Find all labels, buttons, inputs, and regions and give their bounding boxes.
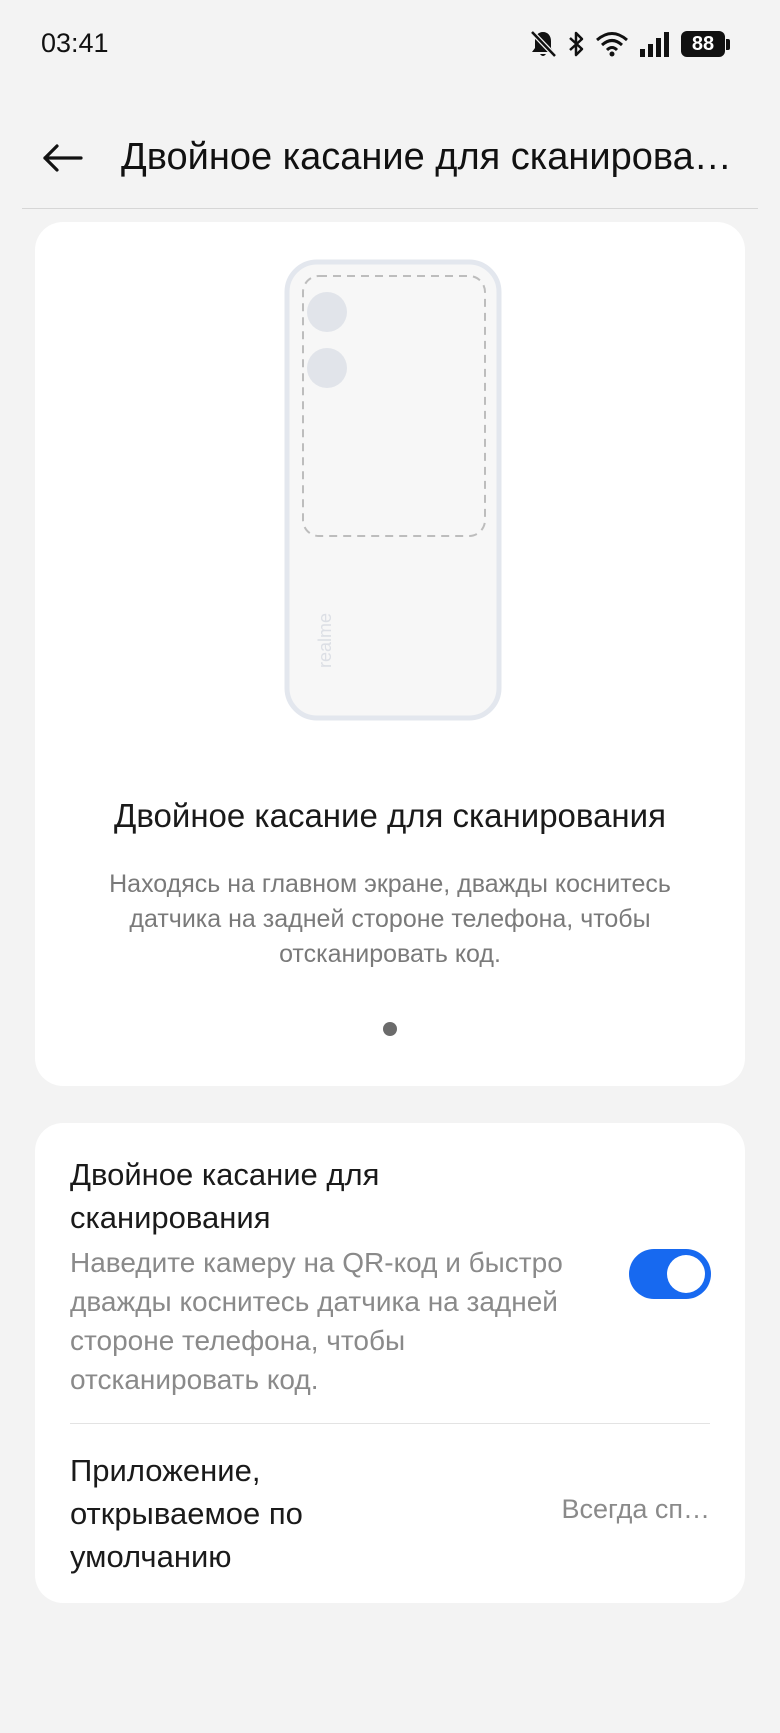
status-icons: 88 xyxy=(529,26,730,62)
double-tap-setting-title: Двойное касание для сканирования xyxy=(70,1157,380,1235)
header: Двойное касание для сканирова… xyxy=(0,110,780,210)
bluetooth-icon xyxy=(567,29,585,59)
wifi-icon xyxy=(595,30,629,58)
intro-title: Двойное касание для сканирования xyxy=(114,797,666,834)
status-time: 03:41 xyxy=(41,28,109,58)
brand-text: realme xyxy=(315,613,335,668)
signal-icon xyxy=(639,30,671,58)
arrow-left-icon xyxy=(41,143,83,178)
page-title: Двойное касание для сканирова… xyxy=(121,136,732,178)
header-divider xyxy=(22,208,758,209)
status-bar: 03:41 88 xyxy=(0,0,780,90)
settings-card: Двойное касание для сканирования Наведит… xyxy=(35,1123,745,1603)
page-indicator-dot xyxy=(383,1022,397,1036)
phone-back-illustration: realme xyxy=(283,258,503,722)
default-app-setting-row[interactable]: Приложение, открываемое по умолчанию Все… xyxy=(35,1424,745,1603)
intro-card: realme Двойное касание для сканирования … xyxy=(35,222,745,1086)
toggle-knob xyxy=(667,1255,705,1293)
double-tap-toggle[interactable] xyxy=(629,1249,711,1299)
intro-description: Находясь на главном экране, дважды косни… xyxy=(109,870,671,968)
battery-icon: 88 xyxy=(681,31,730,57)
default-app-title: Приложение, открываемое по умолчанию xyxy=(70,1453,303,1574)
default-app-value: Всегда сп… xyxy=(561,1494,710,1524)
back-button[interactable] xyxy=(34,132,90,188)
double-tap-setting-description: Наведите камеру на QR-код и быстро дважд… xyxy=(70,1247,563,1395)
double-tap-setting-row[interactable]: Двойное касание для сканирования Наведит… xyxy=(35,1123,745,1424)
battery-level: 88 xyxy=(681,31,725,57)
bell-muted-icon xyxy=(529,29,557,59)
